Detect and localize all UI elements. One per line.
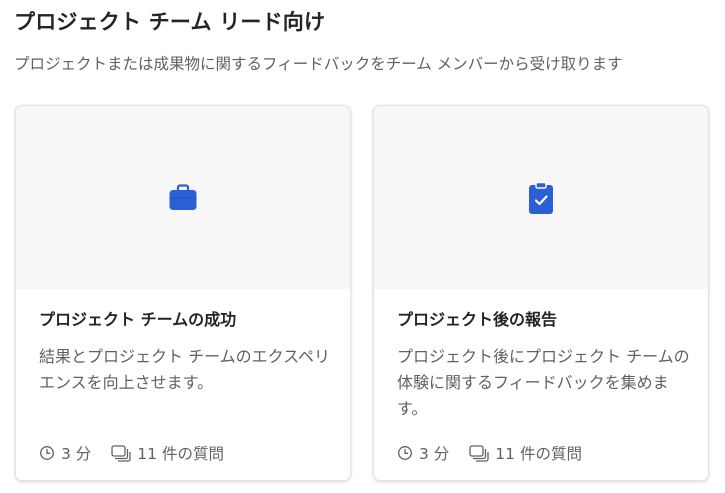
template-card-project-retrospective[interactable]: プロジェクト後の報告 プロジェクト後にプロジェクト チームの体験に関するフィード… bbox=[373, 105, 709, 481]
card-title: プロジェクト後の報告 bbox=[397, 310, 558, 329]
questions-meta: 11 件の質問 bbox=[111, 442, 224, 464]
duration-meta: 3 分 bbox=[397, 442, 449, 464]
card-meta: 3 分 11 件の質問 bbox=[397, 442, 582, 464]
questions-text: 11 件の質問 bbox=[137, 445, 224, 463]
template-card-project-team-success[interactable]: プロジェクト チームの成功 結果とプロジェクト チームのエクスペリエンスを向上さ… bbox=[15, 105, 351, 481]
card-meta: 3 分 11 件の質問 bbox=[39, 442, 224, 464]
card-description: 結果とプロジェクト チームのエクスペリエンスを向上させます。 bbox=[39, 347, 331, 392]
clock-icon bbox=[39, 445, 55, 461]
question-stack-icon bbox=[111, 444, 131, 462]
duration-text: 3 分 bbox=[419, 445, 450, 463]
duration-meta: 3 分 bbox=[39, 442, 91, 464]
briefcase-icon bbox=[168, 183, 198, 212]
questions-meta: 11 件の質問 bbox=[469, 442, 582, 464]
clipboard-check-icon bbox=[528, 181, 554, 215]
card-title: プロジェクト チームの成功 bbox=[39, 310, 237, 329]
question-stack-icon bbox=[469, 444, 489, 462]
template-gallery-section: プロジェクト チーム リード向け プロジェクトまたは成果物に関するフィードバック… bbox=[0, 0, 725, 493]
duration-text: 3 分 bbox=[61, 445, 92, 463]
section-title: プロジェクト チーム リード向け bbox=[14, 10, 326, 34]
section-subtitle: プロジェクトまたは成果物に関するフィードバックをチーム メンバーから受け取ります bbox=[14, 55, 623, 73]
card-hero bbox=[16, 106, 350, 289]
questions-text: 11 件の質問 bbox=[495, 445, 582, 463]
card-hero bbox=[374, 106, 708, 289]
card-description: プロジェクト後にプロジェクト チームの体験に関するフィードバックを集めます。 bbox=[397, 347, 690, 418]
clock-icon bbox=[397, 445, 413, 461]
